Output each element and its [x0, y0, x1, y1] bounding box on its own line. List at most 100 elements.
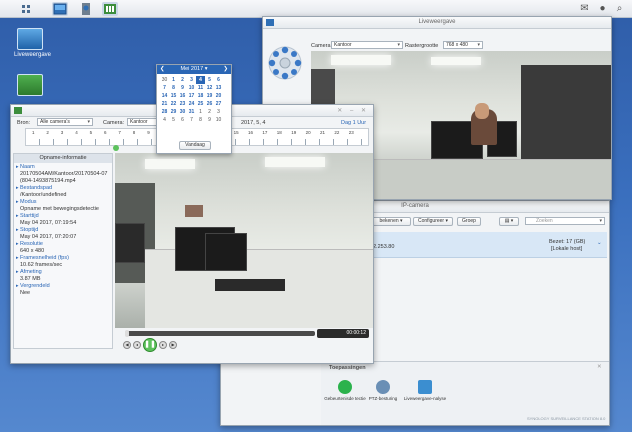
desktop-icon-liveview[interactable]: Liveweergave [14, 28, 51, 58]
desktop-icon-timeline[interactable] [14, 74, 46, 98]
search-input[interactable]: Zoeken [525, 217, 605, 225]
add-button[interactable]: bekenen ▾ [371, 217, 411, 226]
timeline-marker-icon[interactable] [113, 145, 119, 151]
calendar-day[interactable]: 3 [214, 108, 223, 116]
calendar-day[interactable]: 2 [205, 108, 214, 116]
info-field-label[interactable]: Vergrendeld [16, 283, 110, 290]
calendar-day[interactable]: 27 [214, 100, 223, 108]
calendar-day[interactable]: 7 [187, 116, 196, 124]
playback-video[interactable] [115, 153, 373, 328]
calendar-day[interactable]: 23 [178, 100, 187, 108]
configure-button[interactable]: Configureer ▾ [413, 217, 453, 226]
date-value[interactable]: 2017, 5, 4 [241, 120, 265, 126]
calendar-day[interactable]: 16 [178, 92, 187, 100]
info-field-label[interactable]: Framesnelheid (fps) [16, 255, 110, 262]
calendar-day[interactable]: 3 [187, 76, 196, 84]
calendar-day[interactable]: 28 [160, 108, 169, 116]
calendar-day[interactable]: 22 [169, 100, 178, 108]
calendar-day[interactable]: 29 [169, 108, 178, 116]
info-field-label[interactable]: Starttijd [16, 213, 110, 220]
source-select[interactable]: Alle camera's [37, 118, 93, 126]
calendar-day[interactable]: 5 [205, 76, 214, 84]
step-back-button[interactable]: ◂ [133, 341, 141, 349]
calendar-day[interactable]: 7 [160, 84, 169, 92]
timeline-icon [17, 74, 43, 96]
step-forward-button[interactable]: ▸ [159, 341, 167, 349]
calendar-day[interactable]: 8 [196, 116, 205, 124]
calendar-day[interactable]: 19 [205, 92, 214, 100]
calendar-day[interactable]: 30 [160, 76, 169, 84]
playback-progress[interactable] [125, 330, 315, 337]
camera-row[interactable]: 2.253.80 Bezet: 17 (GB) [Lokale host] ⌄ [371, 232, 607, 258]
taskbar-timeline-icon[interactable] [102, 2, 118, 16]
liveview-analytics-icon [418, 380, 432, 394]
view-toggle-button[interactable]: ▤ ▾ [499, 217, 519, 226]
prev-month-icon[interactable]: ❮ [160, 65, 165, 74]
calendar-day[interactable]: 9 [205, 116, 214, 124]
timeline-tick-label: 20 [305, 130, 311, 135]
next-button[interactable]: ▶ [169, 341, 177, 349]
chevron-down-icon[interactable]: ⌄ [597, 240, 602, 246]
timeline-tick-label: 22 [334, 130, 340, 135]
today-button[interactable]: Vandaag [179, 141, 211, 150]
playback-app-icon [14, 107, 22, 114]
apps-title: Toepassingen [329, 365, 366, 371]
timeline-tick-label: 7 [118, 130, 121, 135]
calendar-day[interactable]: 1 [169, 76, 178, 84]
calendar-day[interactable]: 6 [214, 76, 223, 84]
group-button[interactable]: Groep [457, 217, 481, 226]
calendar-day[interactable]: 31 [187, 108, 196, 116]
calendar-day[interactable]: 20 [214, 92, 223, 100]
timeline-tick-label: 2 [46, 130, 49, 135]
range-value[interactable]: Dag 1 Uur [341, 120, 366, 126]
calendar-day[interactable]: 10 [187, 84, 196, 92]
window-controls[interactable]: ✕ – ✕ [337, 107, 369, 114]
calendar-day[interactable]: 26 [205, 100, 214, 108]
info-field-label[interactable]: Afmeting [16, 269, 110, 276]
calendar-day[interactable]: 6 [178, 116, 187, 124]
month-label[interactable]: Mei 2017 [181, 66, 204, 72]
main-menu-icon[interactable] [18, 2, 34, 16]
calendar-day[interactable]: 5 [169, 116, 178, 124]
next-month-icon[interactable]: ❯ [223, 65, 228, 74]
chat-icon[interactable]: ✉ [579, 3, 590, 14]
calendar-day[interactable]: 4 [196, 76, 205, 84]
user-icon[interactable]: ● [597, 3, 608, 14]
close-icon[interactable]: ✕ [597, 364, 602, 370]
info-field-label[interactable]: Resolutie [16, 241, 110, 248]
calendar-day[interactable]: 15 [169, 92, 178, 100]
taskbar-camera-icon[interactable] [78, 2, 94, 16]
info-field-value: May 04 2017, 07:19:54 [20, 220, 77, 226]
calendar-day[interactable]: 10 [214, 116, 223, 124]
calendar-day[interactable]: 18 [196, 92, 205, 100]
calendar-day[interactable]: 9 [178, 84, 187, 92]
calendar-day[interactable]: 8 [169, 84, 178, 92]
timeline-tick-label: 6 [104, 130, 107, 135]
calendar-day[interactable]: 1 [196, 108, 205, 116]
calendar-day[interactable]: 11 [196, 84, 205, 92]
pause-button[interactable]: ❚❚ [143, 338, 157, 352]
ptz-control[interactable] [267, 45, 303, 81]
calendar-day[interactable]: 13 [214, 84, 223, 92]
taskbar-liveview-icon[interactable] [52, 2, 68, 16]
info-field-label[interactable]: Modus [16, 199, 110, 206]
info-field-label[interactable]: Naam [16, 164, 110, 171]
calendar-day[interactable]: 25 [196, 100, 205, 108]
liveview-camera-select[interactable]: Kantoor [331, 41, 403, 49]
prev-button[interactable]: ◀ [123, 341, 131, 349]
calendar-day[interactable]: 30 [178, 108, 187, 116]
calendar-day[interactable]: 14 [160, 92, 169, 100]
calendar-day[interactable]: 12 [205, 84, 214, 92]
calendar-day[interactable]: 2 [178, 76, 187, 84]
search-icon[interactable]: ⌕ [614, 3, 625, 14]
info-field-label[interactable]: Bestandspad [16, 185, 110, 192]
calendar-day[interactable]: 21 [160, 100, 169, 108]
app-ptz[interactable]: PTZ-besturing [361, 380, 405, 401]
raster-select[interactable]: 768 x 480 [443, 41, 483, 49]
calendar-day[interactable]: 24 [187, 100, 196, 108]
timeline-tick-label: 5 [89, 130, 93, 135]
app-liveview-analytics[interactable]: Liveweergave-nalyse [403, 380, 447, 401]
calendar-day[interactable]: 4 [160, 116, 169, 124]
calendar-day[interactable]: 17 [187, 92, 196, 100]
info-field-label[interactable]: Stoptijd [16, 227, 110, 234]
